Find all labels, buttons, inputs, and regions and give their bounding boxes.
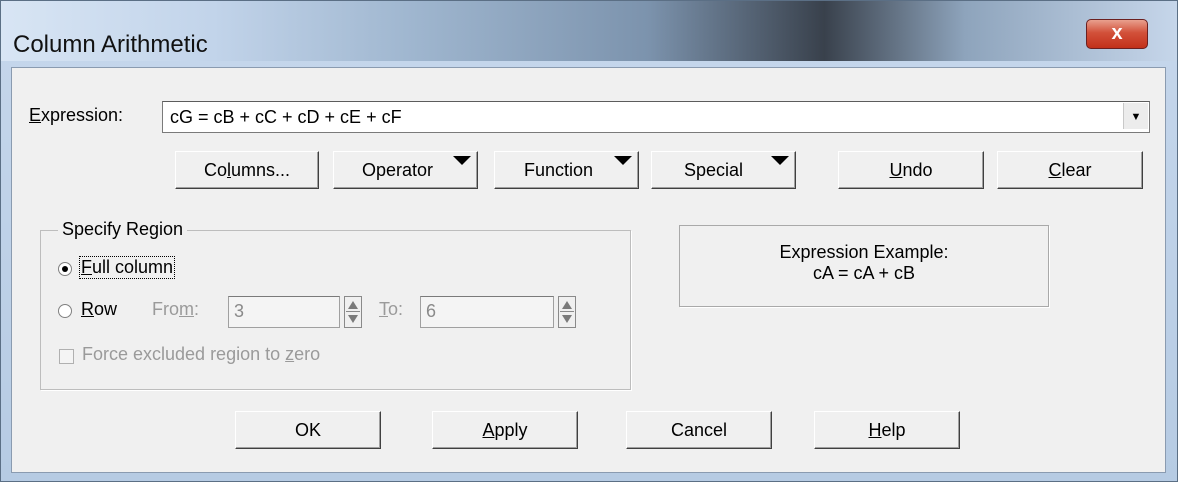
expression-input[interactable]: cG = cB + cC + cD + cE + cF <box>170 107 402 128</box>
specify-region-title: Specify Region <box>58 219 188 240</box>
dropdown-arrow-icon <box>453 156 471 165</box>
full-column-label[interactable]: Full column <box>78 256 176 279</box>
force-zero-label[interactable]: Force excluded region to zero <box>82 344 320 365</box>
title-bar: Column Arithmetic x <box>1 1 1177 61</box>
to-label: To: <box>379 299 404 319</box>
dropdown-arrow-icon <box>614 156 632 165</box>
expression-combobox[interactable]: cG = cB + cC + cD + cE + cF ▼ <box>162 101 1150 133</box>
dropdown-arrow-icon <box>771 156 789 165</box>
function-button[interactable]: Function <box>494 151 639 189</box>
from-spinner[interactable] <box>344 296 362 328</box>
operator-button[interactable]: Operator <box>333 151 478 189</box>
row-radio[interactable] <box>58 304 72 318</box>
ok-button[interactable]: OK <box>235 411 381 449</box>
from-field[interactable]: 3 <box>228 296 340 328</box>
to-spinner[interactable] <box>558 296 576 328</box>
column-arithmetic-dialog: Column Arithmetic x Expression: cG = cB … <box>0 0 1178 482</box>
example-expression: cA = cA + cB <box>812 263 916 283</box>
apply-button[interactable]: Apply <box>432 411 578 449</box>
expression-label: Expression: <box>29 105 124 125</box>
from-label: From: <box>152 299 200 319</box>
to-field[interactable]: 6 <box>420 296 554 328</box>
columns-button[interactable]: Columns... <box>175 151 319 189</box>
close-icon: x <box>1111 22 1123 44</box>
dialog-body: Expression: cG = cB + cC + cD + cE + cF … <box>11 67 1166 473</box>
row-label[interactable]: Row <box>81 299 117 320</box>
special-button[interactable]: Special <box>651 151 796 189</box>
expression-example-box: Expression Example: cA = cA + cB <box>679 225 1049 307</box>
help-button[interactable]: Help <box>814 411 960 449</box>
dialog-title: Column Arithmetic <box>13 31 208 58</box>
close-button[interactable]: x <box>1086 19 1148 49</box>
full-column-radio[interactable] <box>58 262 72 276</box>
undo-button[interactable]: Undo <box>838 151 984 189</box>
clear-button[interactable]: Clear <box>997 151 1143 189</box>
chevron-down-icon[interactable]: ▼ <box>1123 103 1148 129</box>
cancel-button[interactable]: Cancel <box>626 411 772 449</box>
example-title: Expression Example: <box>779 242 949 262</box>
force-zero-checkbox[interactable] <box>59 349 74 364</box>
